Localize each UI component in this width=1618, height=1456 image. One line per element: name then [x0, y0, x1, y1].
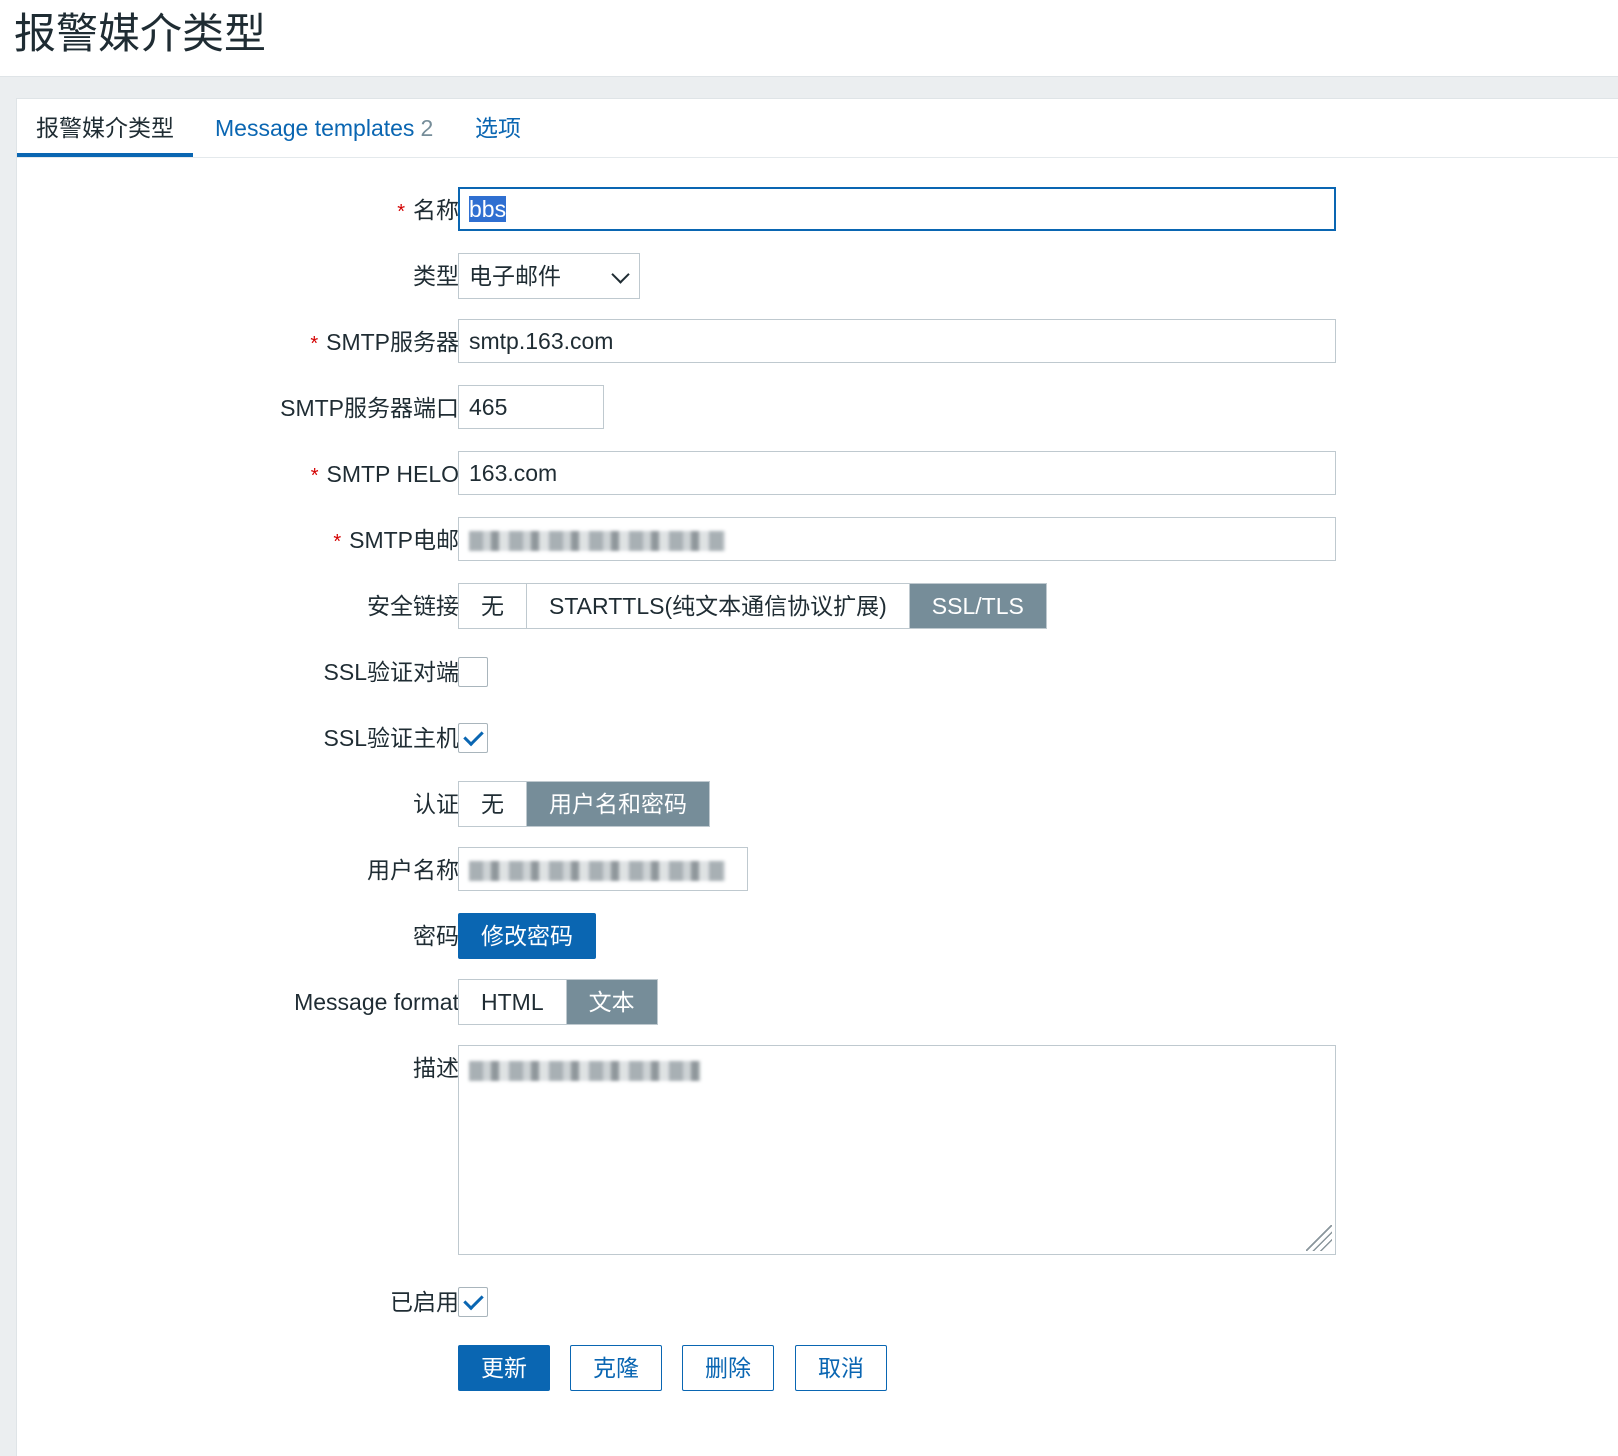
message-format-label: Message format: [294, 989, 459, 1015]
tab-message-templates-label: Message templates: [215, 115, 415, 141]
tab-bar: 报警媒介类型 Message templates 2 选项: [17, 99, 1618, 158]
required-marker: *: [333, 531, 342, 553]
ssl-verify-host-label: SSL验证主机: [323, 725, 459, 751]
security-option-none[interactable]: 无: [459, 584, 527, 628]
enabled-checkbox[interactable]: [458, 1287, 488, 1317]
ssl-verify-host-checkbox[interactable]: [458, 723, 488, 753]
auth-segmented: 无 用户名和密码: [458, 781, 710, 827]
redacted-email: [469, 530, 725, 551]
ssl-verify-peer-checkbox[interactable]: [458, 657, 488, 687]
tab-media-type[interactable]: 报警媒介类型: [17, 111, 193, 157]
security-segmented: 无 STARTTLS(纯文本通信协议扩展) SSL/TLS: [458, 583, 1047, 629]
redacted-username: [469, 860, 725, 881]
security-label: 安全链接: [367, 593, 459, 619]
smtp-email-label: * SMTP电邮: [333, 527, 459, 553]
form-panel: 报警媒介类型 Message templates 2 选项 * 名称 bbs 类型 …: [16, 98, 1618, 1456]
clone-button[interactable]: 克隆: [570, 1345, 662, 1391]
password-label: 密码: [413, 923, 459, 949]
format-option-html[interactable]: HTML: [459, 980, 567, 1024]
tab-media-type-label: 报警媒介类型: [36, 115, 174, 141]
smtp-port-input[interactable]: 465: [458, 385, 604, 429]
username-input[interactable]: [458, 847, 748, 891]
security-option-ssl-tls[interactable]: SSL/TLS: [909, 584, 1046, 628]
smtp-port-label: SMTP服务器端口: [280, 395, 459, 421]
required-marker: *: [397, 201, 405, 223]
tab-message-templates[interactable]: Message templates 2: [215, 111, 433, 157]
ssl-verify-peer-label: SSL验证对端: [323, 659, 459, 685]
page-title: 报警媒介类型: [14, 10, 267, 57]
smtp-server-input[interactable]: smtp.163.com: [458, 319, 1336, 363]
name-value: bbs: [469, 196, 507, 222]
name-input[interactable]: bbs: [458, 187, 1336, 231]
auth-label: 认证: [413, 791, 459, 817]
smtp-helo-label: * SMTP HELO: [310, 461, 459, 487]
cancel-button[interactable]: 取消: [795, 1345, 887, 1391]
enabled-label: 已启用: [390, 1289, 459, 1315]
message-format-segmented: HTML 文本: [458, 979, 658, 1025]
tab-options-label: 选项: [475, 115, 521, 141]
auth-option-none[interactable]: 无: [459, 782, 527, 826]
required-marker: *: [310, 465, 319, 487]
tab-count-badge: 2: [420, 115, 434, 141]
check-icon: [463, 1289, 484, 1311]
chevron-down-icon: [611, 265, 630, 284]
update-button[interactable]: 更新: [458, 1345, 550, 1391]
name-label: * 名称: [397, 197, 459, 223]
type-select-value: 电子邮件: [469, 263, 561, 289]
description-label: 描述: [413, 1055, 459, 1081]
smtp-email-input[interactable]: [458, 517, 1336, 561]
delete-button[interactable]: 删除: [682, 1345, 774, 1391]
change-password-button[interactable]: 修改密码: [458, 913, 596, 959]
required-marker: *: [310, 333, 319, 355]
redacted-description: [469, 1060, 701, 1081]
type-select[interactable]: 电子邮件: [458, 253, 640, 299]
type-label: 类型: [413, 263, 459, 289]
format-option-text[interactable]: 文本: [566, 980, 657, 1024]
security-option-starttls[interactable]: STARTTLS(纯文本通信协议扩展): [527, 584, 910, 628]
check-icon: [463, 725, 484, 747]
tab-options[interactable]: 选项: [475, 111, 521, 157]
username-label: 用户名称: [367, 857, 459, 883]
page-header: 报警媒介类型: [0, 0, 1618, 77]
description-textarea[interactable]: [458, 1045, 1336, 1255]
resize-handle-icon[interactable]: [1306, 1225, 1332, 1251]
smtp-server-label: * SMTP服务器: [310, 329, 459, 355]
auth-option-username-password[interactable]: 用户名和密码: [527, 782, 709, 826]
smtp-helo-input[interactable]: 163.com: [458, 451, 1336, 495]
